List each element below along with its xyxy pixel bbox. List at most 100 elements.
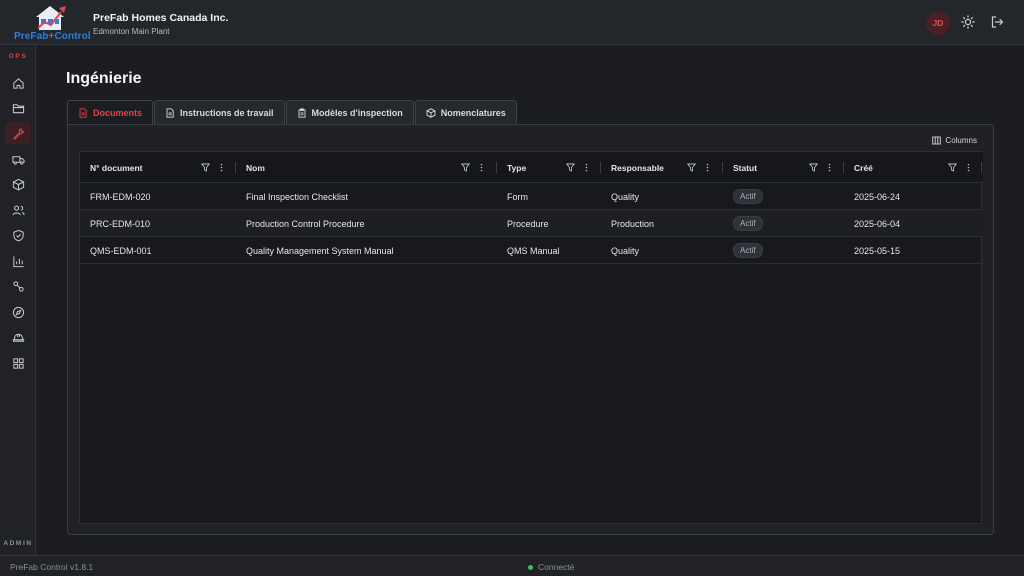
column-header-number[interactable]: N° document — [90, 152, 143, 183]
sidebar-section-admin: ADMIN — [3, 540, 33, 547]
company-name: PreFab Homes Canada Inc. — [93, 12, 229, 24]
connection-label: Connecté — [538, 562, 575, 572]
filter-icon[interactable] — [566, 163, 575, 172]
tab-work-instructions[interactable]: Instructions de travail — [154, 100, 285, 124]
column-separator[interactable] — [981, 162, 982, 173]
tab-bar: Documents Instructions de travail Modèle… — [67, 100, 518, 124]
document-icon — [79, 107, 87, 118]
chart-icon — [12, 255, 24, 267]
cell-name: Quality Management System Manual — [246, 245, 394, 256]
filter-icon[interactable] — [948, 163, 957, 172]
table-row[interactable]: PRC-EDM-010 Production Control Procedure… — [80, 210, 983, 237]
sidebar-item-engineering[interactable] — [5, 122, 31, 144]
sun-icon[interactable] — [961, 15, 975, 29]
sidebar-item-safety[interactable] — [5, 326, 31, 348]
tab-label: Modèles d'inspection — [311, 107, 403, 118]
table-row[interactable]: FRM-EDM-020 Final Inspection Checklist F… — [80, 183, 983, 210]
sidebar-item-apps[interactable] — [5, 352, 31, 374]
sidebar-section-ops: OPS — [8, 53, 28, 60]
column-separator[interactable] — [235, 162, 236, 173]
column-menu-icon[interactable] — [703, 163, 712, 172]
connection-status: Connecté — [528, 562, 574, 572]
site-name: Edmonton Main Plant — [93, 27, 170, 36]
column-menu-icon[interactable] — [582, 163, 591, 172]
tab-label: Nomenclatures — [440, 107, 506, 118]
table-header: N° document Nom Type Responsable Statut … — [80, 152, 983, 183]
column-header-owner[interactable]: Responsable — [611, 152, 664, 183]
compass-icon — [12, 306, 24, 318]
column-separator[interactable] — [843, 162, 844, 173]
home-icon — [12, 77, 24, 89]
tab-inspection-templates[interactable]: Modèles d'inspection — [285, 100, 414, 124]
filter-icon[interactable] — [201, 163, 210, 172]
cell-owner: Quality — [611, 191, 640, 202]
cell-number: FRM-EDM-020 — [90, 191, 151, 202]
connection-dot-icon — [528, 564, 533, 570]
cell-created: 2025-06-24 — [854, 191, 901, 202]
column-menu-icon[interactable] — [964, 163, 973, 172]
table-row[interactable]: QMS-EDM-001 Quality Management System Ma… — [80, 237, 983, 264]
cell-name: Final Inspection Checklist — [246, 191, 349, 202]
documents-panel: Columns N° document Nom Type Responsable — [67, 124, 994, 535]
columns-button[interactable]: Columns — [932, 136, 977, 145]
logout-icon[interactable] — [990, 15, 1004, 29]
sidebar-item-reports[interactable] — [5, 250, 31, 272]
cell-owner: Production — [611, 218, 655, 229]
sidebar-item-logistics[interactable] — [5, 148, 31, 170]
status-badge: Actif — [733, 189, 763, 204]
cell-name: Production Control Procedure — [246, 218, 365, 229]
tab-label: Instructions de travail — [180, 107, 274, 118]
sidebar-item-quality[interactable] — [5, 224, 31, 246]
filter-icon[interactable] — [809, 163, 818, 172]
filter-icon[interactable] — [687, 163, 696, 172]
grid-icon — [12, 357, 24, 369]
column-menu-icon[interactable] — [477, 163, 486, 172]
column-menu-icon[interactable] — [217, 163, 226, 172]
box-icon — [12, 178, 24, 190]
status-badge: Actif — [733, 243, 763, 258]
package-icon — [426, 107, 436, 118]
sidebar: OPS ADMIN — [0, 46, 36, 555]
status-badge: Actif — [733, 216, 763, 231]
filter-icon[interactable] — [461, 163, 470, 172]
tab-bill-of-materials[interactable]: Nomenclatures — [414, 100, 517, 124]
status-bar: PreFab Control v1.8.1 Connecté — [0, 555, 1024, 576]
cell-type: Form — [507, 191, 528, 202]
tab-documents[interactable]: Documents — [67, 100, 154, 124]
workflow-icon — [12, 280, 24, 292]
cell-created: 2025-06-04 — [854, 218, 901, 229]
user-avatar[interactable]: JD — [926, 11, 950, 35]
column-separator[interactable] — [600, 162, 601, 173]
columns-icon — [932, 136, 942, 145]
sidebar-item-home[interactable] — [5, 72, 31, 94]
file-text-icon — [166, 107, 174, 118]
column-header-type[interactable]: Type — [507, 152, 526, 183]
sidebar-item-users[interactable] — [5, 199, 31, 221]
shield-icon — [12, 229, 24, 241]
column-header-created[interactable]: Créé — [854, 152, 873, 183]
users-icon — [11, 205, 25, 215]
sidebar-item-explore[interactable] — [5, 301, 31, 323]
sidebar-item-documents[interactable] — [5, 97, 31, 119]
column-separator[interactable] — [496, 162, 497, 173]
company-info: PreFab Homes Canada Inc. Edmonton Main P… — [93, 12, 228, 36]
logo-wordmark: PreFab+Control — [14, 31, 91, 42]
truck-icon — [11, 155, 25, 165]
cell-number: PRC-EDM-010 — [90, 218, 151, 229]
logo-house-icon — [36, 6, 66, 30]
app-logo[interactable]: PreFab+Control — [14, 2, 91, 42]
clipboard-icon — [298, 107, 305, 118]
columns-label: Columns — [945, 136, 977, 145]
column-header-name[interactable]: Nom — [246, 152, 265, 183]
column-menu-icon[interactable] — [825, 163, 834, 172]
sidebar-item-workflow[interactable] — [5, 275, 31, 297]
sidebar-item-inventory[interactable] — [5, 173, 31, 195]
hardhat-icon — [12, 333, 24, 342]
wrench-icon — [12, 127, 24, 140]
cell-owner: Quality — [611, 245, 640, 256]
tab-label: Documents — [93, 107, 143, 118]
column-header-status[interactable]: Statut — [733, 152, 757, 183]
column-separator[interactable] — [722, 162, 723, 173]
documents-table: N° document Nom Type Responsable Statut … — [79, 151, 983, 524]
cell-created: 2025-05-15 — [854, 245, 901, 256]
